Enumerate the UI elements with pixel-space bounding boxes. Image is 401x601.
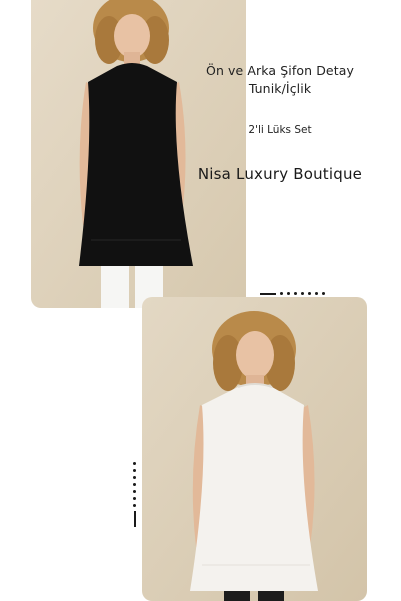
product-photo-black-tunic [31,0,246,308]
decorative-dot [133,476,136,479]
decorative-dot [315,292,318,295]
decorative-dot [133,490,136,493]
decorative-dot [322,292,325,295]
decorative-line [260,292,276,295]
decorative-dot [133,497,136,500]
decorative-dots-horizontal [260,292,325,295]
decorative-dot [133,462,136,465]
product-photo-white-tunic [142,297,367,601]
decorative-dot [133,469,136,472]
decorative-dot [308,292,311,295]
decorative-dot [294,292,297,295]
decorative-dot [301,292,304,295]
white-tunic-illustration [142,297,367,601]
decorative-dots-vertical [133,462,136,527]
decorative-dot [287,292,290,295]
black-tunic-illustration [31,0,246,308]
decorative-dot [280,292,283,295]
decorative-dot [133,483,136,486]
product-title: Ön ve Arka Şifon Detay Tunik/İçlik [190,62,370,98]
product-title-line-2: Tunik/İçlik [248,81,312,96]
brand-name: Nisa Luxury Boutique [197,165,363,183]
product-title-line-1: Ön ve Arka Şifon Detay [206,63,354,78]
decorative-line [133,511,136,527]
set-label: 2'li Lüks Set [248,124,312,136]
decorative-dot [133,504,136,507]
